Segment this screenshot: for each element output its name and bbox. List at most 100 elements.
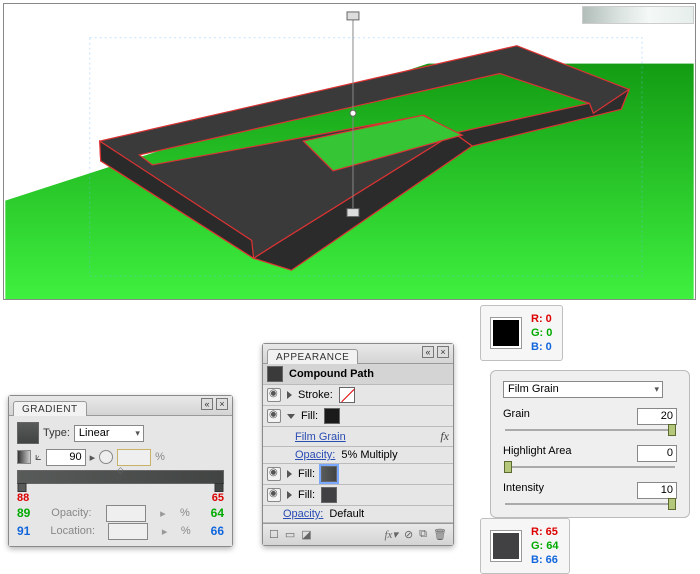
angle-dropdown-icon[interactable]: ▸ [90,451,96,464]
g-value: G: 64 [531,539,559,553]
pct-label-2: % [180,507,190,519]
b-value: B: 66 [531,553,559,567]
r-value: R: 0 [531,312,552,326]
gradient-stop-right[interactable] [214,483,223,492]
duplicate-icon[interactable]: ⧉ [419,528,427,541]
target-label: Compound Path [289,368,374,380]
artboard-viewport[interactable] [3,3,696,300]
appearance-tab[interactable]: APPEARANCE [267,349,358,364]
fill-row-3[interactable]: Fill: [263,485,453,506]
fill-row-2[interactable]: Fill: [263,464,453,485]
top-gradient-swatch [582,6,694,24]
new-art-basic-icon[interactable]: ☐ [269,528,279,541]
color-chip-black: R: 0 G: 0 B: 0 [480,305,563,361]
fill-opacity-row[interactable]: Opacity: 5% Multiply [263,447,453,464]
panel-footer: ☐ ▭ ◪ fx▾ ⊘ ⧉ 🗑 [263,523,453,545]
right-b: 66 [204,524,224,538]
panel-collapse-icon[interactable]: « [201,398,213,410]
grain-input[interactable]: 20 [637,408,677,425]
gradient-preview-swatch[interactable] [17,422,39,444]
gradient-ramp[interactable]: ◇ [17,470,224,484]
left-g: 89 [17,506,37,520]
effect-link[interactable]: Film Grain [295,431,346,443]
angle-icon: ⟀ [35,451,42,464]
fill-swatch[interactable] [324,408,340,424]
visibility-toggle-icon[interactable] [267,409,281,423]
visibility-toggle-icon[interactable] [267,467,281,481]
right-g: 64 [204,506,224,520]
angle-input[interactable]: 90 [46,449,86,466]
highlight-slider[interactable] [505,466,675,468]
aspect-input [117,449,151,466]
opacity-default: Default [329,508,364,520]
intensity-label: Intensity [503,482,544,499]
stroke-row[interactable]: Stroke: [263,385,453,406]
left-r: 88 [17,492,37,504]
artwork-3d-letter [4,4,695,299]
gradient-stop-left[interactable] [18,483,27,492]
disclosure-icon[interactable] [287,414,295,419]
aspect-ratio-icon[interactable] [99,450,113,464]
filter-name-select[interactable]: Film Grain [503,381,663,398]
opacity-link[interactable]: Opacity: [283,508,323,520]
right-r: 65 [204,492,224,504]
stop-location-input [108,523,148,540]
opacity-dropdown-icon[interactable]: ▸ [160,507,166,520]
fx-icon[interactable]: fx [440,429,449,444]
fill-row-1[interactable]: Fill: [263,406,453,427]
panel-tabbar: GRADIENT «× [9,396,232,416]
add-effect-icon[interactable]: fx▾ [384,528,397,541]
fill-swatch[interactable] [321,487,337,503]
panel-close-icon[interactable]: × [216,398,228,410]
panel-tabbar: APPEARANCE «× [263,344,453,364]
disclosure-icon[interactable] [287,470,292,478]
swatch-darkgray [491,531,521,561]
target-thumb [267,366,283,382]
default-opacity-row[interactable]: Opacity: Default [263,506,453,523]
fill-swatch[interactable] [321,466,337,482]
type-label: Type: [43,427,70,439]
clear-appearance-icon[interactable]: ⊘ [404,528,413,541]
effect-row[interactable]: Film Grain fx [263,427,453,447]
fill-label: Fill: [298,468,315,480]
fill-label: Fill: [301,410,318,422]
opacity-link[interactable]: Opacity: [295,449,335,461]
disclosure-icon[interactable] [287,491,292,499]
gradient-tab[interactable]: GRADIENT [13,401,87,416]
grain-slider[interactable] [505,429,675,431]
panel-close-icon[interactable]: × [437,346,449,358]
appearance-panel: APPEARANCE «× Compound Path Stroke: Fill… [262,343,454,546]
fill-label: Fill: [298,489,315,501]
left-b: 91 [17,524,37,538]
add-stroke-icon[interactable]: ▭ [285,528,295,541]
location-dropdown-icon[interactable]: ▸ [162,525,168,538]
filter-options-panel: Film Grain Grain 20 Highlight Area 0 Inten… [490,370,690,518]
panel-collapse-icon[interactable]: « [422,346,434,358]
location-label: Location: [50,525,95,537]
gradient-type-select[interactable]: Linear [74,425,144,442]
opacity-value: 5% Multiply [341,449,397,461]
highlight-input[interactable]: 0 [637,445,677,462]
appearance-target-row: Compound Path [263,364,453,385]
g-value: G: 0 [531,326,552,340]
grain-label: Grain [503,408,530,425]
add-fill-icon[interactable]: ◪ [301,528,311,541]
reverse-gradient-icon[interactable] [17,450,31,464]
delete-icon[interactable]: 🗑 [433,528,447,541]
highlight-label: Highlight Area [503,445,572,462]
midpoint-icon[interactable]: ◇ [117,465,124,476]
intensity-slider[interactable] [505,503,675,505]
b-value: B: 0 [531,340,552,354]
visibility-toggle-icon[interactable] [267,488,281,502]
intensity-input[interactable]: 10 [637,482,677,499]
disclosure-icon[interactable] [287,391,292,399]
stop-opacity-input [106,505,146,522]
swatch-black [491,318,521,348]
color-chip-darkgray: R: 65 G: 64 B: 66 [480,518,570,574]
visibility-toggle-icon[interactable] [267,388,281,402]
stroke-label: Stroke: [298,389,333,401]
r-value: R: 65 [531,525,559,539]
stroke-swatch[interactable] [339,387,355,403]
gradient-panel: GRADIENT «× Type: Linear ⟀ 90 ▸ % ◇ 88 6… [8,395,233,547]
opacity-label: Opacity: [51,507,91,519]
